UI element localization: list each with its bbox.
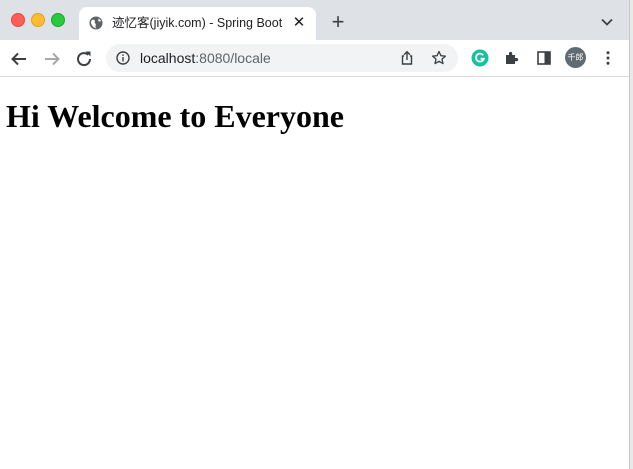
side-panel-icon[interactable] (535, 49, 553, 67)
share-icon[interactable] (399, 50, 415, 66)
url-host: localhost (140, 50, 196, 66)
browser-window: 迹忆客(jiyik.com) - Spring Boot ✕ + localho… (0, 0, 630, 469)
zoom-window-button[interactable] (51, 13, 65, 27)
info-icon[interactable] (116, 51, 130, 65)
page-heading: Hi Welcome to Everyone (6, 98, 344, 134)
forward-arrow-icon[interactable] (41, 48, 63, 70)
chevron-down-icon[interactable] (597, 12, 617, 32)
grammarly-extension-icon[interactable] (471, 49, 489, 67)
new-tab-button[interactable]: + (326, 11, 350, 35)
extensions-puzzle-icon[interactable] (503, 49, 521, 67)
tab-strip: 迹忆客(jiyik.com) - Spring Boot ✕ + (0, 0, 629, 40)
more-menu-icon[interactable] (599, 49, 617, 67)
page-content: Hi Welcome to Everyone (0, 77, 629, 469)
url-path: :8080/locale (195, 50, 271, 66)
tab-title: 迹忆客(jiyik.com) - Spring Boot (112, 16, 283, 30)
tab-close-icon[interactable]: ✕ (291, 15, 307, 31)
back-arrow-icon[interactable] (8, 48, 30, 70)
reload-icon[interactable] (73, 48, 95, 70)
tab-active[interactable]: 迹忆客(jiyik.com) - Spring Boot ✕ (79, 7, 316, 40)
toolbar: localhost:8080/locale (0, 40, 629, 77)
profile-avatar[interactable]: 千郎 (565, 47, 586, 68)
close-window-button[interactable] (11, 13, 25, 27)
url-text[interactable]: localhost:8080/locale (140, 50, 271, 67)
star-icon[interactable] (431, 50, 447, 66)
minimize-window-button[interactable] (31, 13, 45, 27)
address-bar[interactable]: localhost:8080/locale (106, 44, 458, 72)
globe-icon (89, 16, 103, 30)
